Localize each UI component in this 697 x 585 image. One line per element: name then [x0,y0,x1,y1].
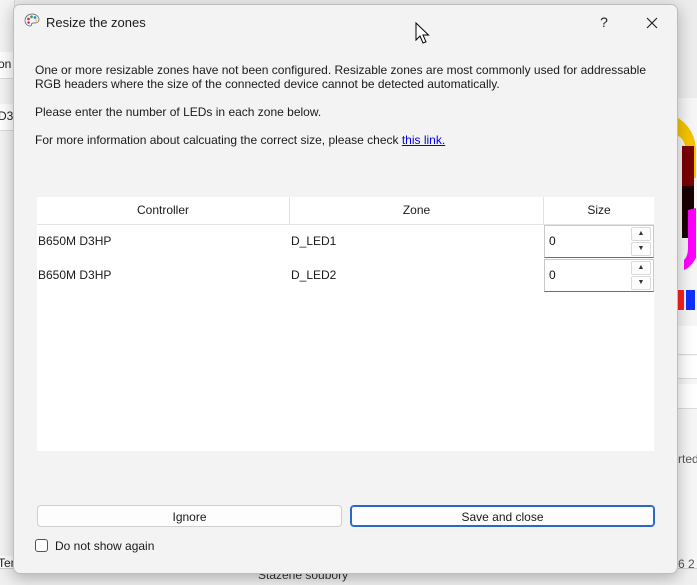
size-input[interactable]: 0 [549,226,556,257]
help-link[interactable]: this link. [402,133,445,147]
color-wheel-preview [676,118,697,318]
background-text: rted [678,452,697,466]
more-info-message: For more information about calcuating th… [35,133,445,147]
controller-cell: B650M D3HP [38,234,112,248]
zones-table: Controller Zone Size B650M D3HP D_LED1 0… [37,197,654,451]
more-info-text: For more information about calcuating th… [35,133,402,147]
background-row [676,384,697,409]
size-spinbox[interactable]: 0 ▲ ▼ [544,225,654,258]
mouse-cursor-icon [415,22,430,44]
spinbox-buttons: ▲ ▼ [631,261,651,290]
resize-zones-dialog: Resize the zones ? One or more resizable… [13,4,678,574]
background-row: D3 [0,104,14,131]
controller-cell: B650M D3HP [38,268,112,282]
save-and-close-button[interactable]: Save and close [350,505,655,527]
arrow-up-icon: ▲ [637,264,645,271]
size-spinbox[interactable]: 0 ▲ ▼ [544,259,654,292]
close-icon [646,17,658,29]
size-input[interactable]: 0 [549,260,556,291]
dialog-titlebar[interactable]: Resize the zones ? [14,5,677,44]
ignore-button[interactable]: Ignore [37,505,342,527]
table-row[interactable]: B650M D3HP D_LED2 0 ▲ ▼ [37,259,654,292]
arrow-down-icon: ▼ [637,245,645,252]
arrow-up-icon: ▲ [637,230,645,237]
instruction-message: Please enter the number of LEDs in each … [35,105,322,119]
arrow-down-icon: ▼ [637,279,645,286]
background-row [676,356,697,379]
column-header-zone[interactable]: Zone [290,197,544,224]
increment-button[interactable]: ▲ [631,227,651,241]
decrement-button[interactable]: ▼ [631,276,651,290]
background-row: on [0,52,14,79]
background-row [676,326,697,355]
help-button[interactable]: ? [592,11,616,35]
decrement-button[interactable]: ▼ [631,242,651,256]
dialog-title: Resize the zones [46,15,146,30]
table-row[interactable]: B650M D3HP D_LED1 0 ▲ ▼ [37,225,654,258]
info-message: One or more resizable zones have not bee… [35,63,646,91]
spinbox-buttons: ▲ ▼ [631,227,651,256]
do-not-show-again-label[interactable]: Do not show again [55,539,154,553]
do-not-show-again-checkbox[interactable] [35,539,48,552]
openrgb-app-icon [24,13,40,29]
column-header-controller[interactable]: Controller [37,197,290,224]
close-button[interactable] [640,11,664,35]
column-header-size[interactable]: Size [544,197,654,224]
background-row-label: D3 [0,109,14,123]
table-header: Controller Zone Size [37,197,654,225]
zone-cell: D_LED2 [291,268,337,282]
background-row-label: on [0,57,12,71]
zone-cell: D_LED1 [291,234,337,248]
increment-button[interactable]: ▲ [631,261,651,275]
